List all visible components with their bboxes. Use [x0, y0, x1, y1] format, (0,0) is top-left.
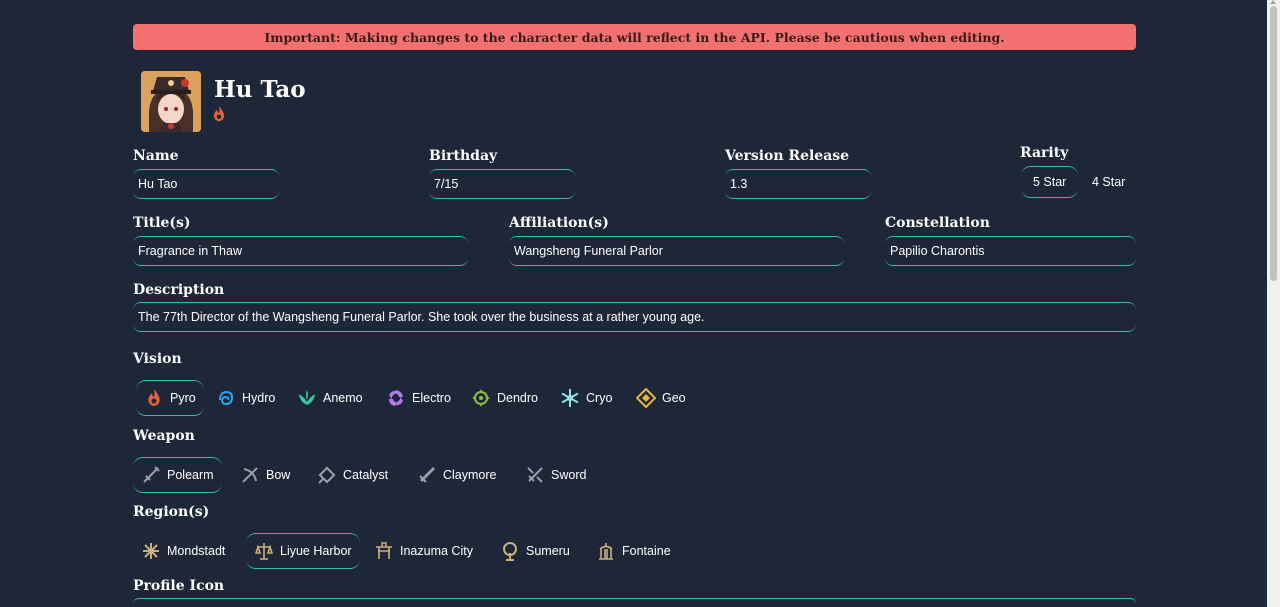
- vision-option-label: Geo: [662, 391, 686, 405]
- version-release-field[interactable]: 1.3: [725, 169, 871, 199]
- vision-option-cryo[interactable]: Cryo: [552, 380, 620, 416]
- vision-option-label: Anemo: [323, 391, 363, 405]
- region-option-fontaine[interactable]: Fontaine: [588, 533, 679, 569]
- titles-field[interactable]: Fragrance in Thaw: [133, 236, 468, 266]
- region-option-label: Sumeru: [526, 544, 570, 558]
- weapon-option-label: Sword: [551, 468, 587, 482]
- constellation-label: Constellation: [885, 215, 990, 231]
- sword-icon: [525, 465, 545, 485]
- pyro-icon: [210, 105, 228, 123]
- claymore-icon: [417, 465, 437, 485]
- bow-icon: [240, 465, 260, 485]
- inazuma-icon: [374, 541, 394, 561]
- rarity-option-label: 5 Star: [1033, 175, 1067, 189]
- anemo-icon: [297, 388, 317, 408]
- profile-icon-field[interactable]: [133, 598, 1136, 607]
- vision-option-dendro[interactable]: Dendro: [463, 380, 546, 416]
- birthday-label: Birthday: [429, 148, 498, 164]
- region-label: Region(s): [133, 504, 210, 520]
- weapon-option-label: Catalyst: [343, 468, 389, 482]
- character-name-heading: Hu Tao: [214, 76, 306, 103]
- electro-icon: [386, 388, 406, 408]
- scrollbar-thumb[interactable]: [1270, 6, 1277, 281]
- vision-option-anemo[interactable]: Anemo: [289, 380, 371, 416]
- region-option-inazuma-city[interactable]: Inazuma City: [366, 533, 481, 569]
- weapon-option-label: Polearm: [167, 468, 214, 482]
- rarity-label: Rarity: [1020, 145, 1069, 161]
- fontaine-icon: [596, 541, 616, 561]
- vision-option-geo[interactable]: Geo: [628, 380, 694, 416]
- polearm-icon: [141, 465, 161, 485]
- mondstadt-icon: [141, 541, 161, 561]
- rarity-option-5-star[interactable]: 5 Star: [1021, 166, 1079, 198]
- region-option-label: Liyue Harbor: [280, 544, 352, 558]
- name-field[interactable]: Hu Tao: [133, 169, 279, 199]
- region-option-label: Fontaine: [622, 544, 671, 558]
- weapon-option-label: Claymore: [443, 468, 497, 482]
- page-scrollbar[interactable]: [1267, 0, 1280, 607]
- hydro-icon: [216, 388, 236, 408]
- affiliation-field[interactable]: Wangsheng Funeral Parlor: [509, 236, 844, 266]
- warning-banner: Important: Making changes to the charact…: [133, 24, 1136, 50]
- dendro-icon: [471, 388, 491, 408]
- profile-icon-label: Profile Icon: [133, 578, 225, 594]
- catalyst-icon: [317, 465, 337, 485]
- cryo-icon: [560, 388, 580, 408]
- constellation-field[interactable]: Papilio Charontis: [885, 236, 1136, 266]
- birthday-field[interactable]: 7/15: [429, 169, 575, 199]
- scroll-up-arrow[interactable]: [1270, 0, 1276, 4]
- region-option-mondstadt[interactable]: Mondstadt: [133, 533, 233, 569]
- weapon-label: Weapon: [133, 428, 195, 444]
- vision-option-label: Pyro: [170, 391, 196, 405]
- name-label: Name: [133, 148, 179, 164]
- titles-label: Title(s): [133, 215, 191, 231]
- vision-option-label: Hydro: [242, 391, 276, 405]
- rarity-option-4-star[interactable]: 4 Star: [1080, 166, 1137, 198]
- vision-option-label: Cryo: [586, 391, 613, 405]
- pyro-icon: [144, 388, 164, 408]
- weapon-option-bow[interactable]: Bow: [232, 457, 298, 493]
- affiliation-label: Affiliation(s): [509, 215, 609, 231]
- weapon-option-label: Bow: [266, 468, 291, 482]
- vision-option-label: Dendro: [497, 391, 538, 405]
- character-avatar: [141, 71, 201, 132]
- liyue-icon: [254, 541, 274, 561]
- region-option-label: Inazuma City: [400, 544, 473, 558]
- description-field[interactable]: The 77th Director of the Wangsheng Funer…: [133, 302, 1136, 332]
- region-option-liyue-harbor[interactable]: Liyue Harbor: [246, 533, 360, 569]
- rarity-option-label: 4 Star: [1092, 175, 1126, 189]
- weapon-option-sword[interactable]: Sword: [517, 457, 594, 493]
- region-option-sumeru[interactable]: Sumeru: [492, 533, 578, 569]
- vision-option-pyro[interactable]: Pyro: [136, 380, 204, 416]
- vision-option-electro[interactable]: Electro: [378, 380, 459, 416]
- weapon-option-polearm[interactable]: Polearm: [133, 457, 222, 493]
- sumeru-icon: [500, 541, 520, 561]
- vision-label: Vision: [133, 351, 182, 367]
- description-label: Description: [133, 282, 225, 298]
- version-release-label: Version Release: [725, 148, 850, 164]
- geo-icon: [635, 387, 657, 409]
- warning-text: Important: Making changes to the charact…: [264, 29, 1005, 45]
- region-option-label: Mondstadt: [167, 544, 226, 558]
- weapon-option-claymore[interactable]: Claymore: [409, 457, 505, 493]
- vision-option-label: Electro: [412, 391, 451, 405]
- vision-option-hydro[interactable]: Hydro: [208, 380, 283, 416]
- weapon-option-catalyst[interactable]: Catalyst: [309, 457, 396, 493]
